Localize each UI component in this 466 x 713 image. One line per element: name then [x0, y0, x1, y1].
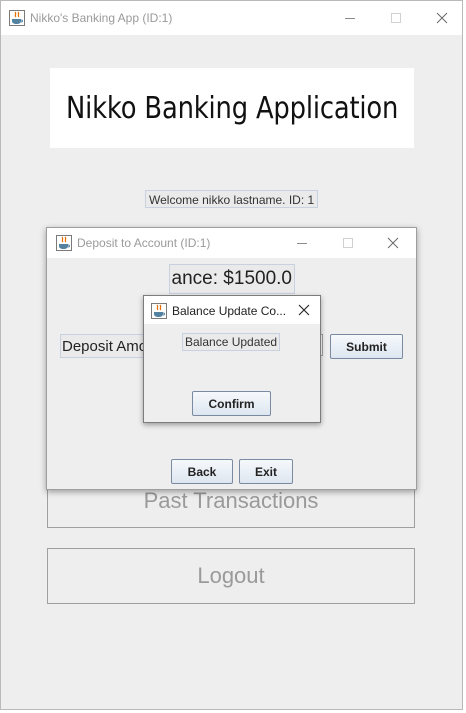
deposit-minimize-button[interactable] [279, 230, 325, 256]
close-icon [298, 304, 310, 316]
back-button[interactable]: Back [171, 459, 233, 484]
app-banner: Nikko Banking Application [50, 68, 414, 148]
main-maximize-button[interactable] [373, 5, 419, 31]
logout-button[interactable]: Logout [47, 548, 415, 604]
update-dialog-title: Balance Update Co... [172, 304, 287, 318]
minimize-icon [297, 243, 307, 244]
java-coffee-cup-icon [151, 303, 167, 319]
deposit-amount-label: Deposit Amo [60, 334, 146, 358]
update-close-button[interactable] [288, 296, 320, 324]
past-transactions-label: Past Transactions [143, 487, 319, 513]
java-coffee-cup-icon [56, 235, 72, 251]
deposit-titlebar[interactable]: Deposit to Account (ID:1) [47, 228, 416, 258]
deposit-maximize-button[interactable] [325, 230, 371, 256]
maximize-icon [343, 238, 353, 248]
balance-update-dialog: Balance Update Co... Balance Updated Con… [143, 295, 321, 423]
deposit-close-button[interactable] [370, 230, 416, 256]
exit-button[interactable]: Exit [239, 459, 293, 484]
balance-label: ance: $1500.0 [169, 264, 295, 294]
main-close-button[interactable] [419, 5, 462, 31]
welcome-label: Welcome nikko lastname. ID: 1 [145, 190, 319, 208]
confirm-button[interactable]: Confirm [192, 391, 271, 416]
java-coffee-cup-icon [9, 10, 25, 26]
logout-label: Logout [197, 563, 265, 588]
banner-title: Nikko Banking Application [65, 90, 399, 126]
balance-updated-message: Balance Updated [182, 333, 281, 351]
update-titlebar[interactable]: Balance Update Co... [144, 296, 320, 324]
deposit-dialog-title: Deposit to Account (ID:1) [77, 236, 211, 250]
minimize-icon [345, 18, 355, 19]
maximize-icon [391, 13, 401, 23]
deposit-amount-text: Deposit Amo [62, 338, 146, 355]
main-minimize-button[interactable] [327, 5, 373, 31]
main-window-title: Nikko's Banking App (ID:1) [30, 11, 173, 25]
close-icon [387, 237, 399, 249]
main-titlebar[interactable]: Nikko's Banking App (ID:1) [1, 1, 462, 35]
close-icon [436, 12, 448, 24]
submit-button[interactable]: Submit [330, 334, 403, 359]
balance-text: ance: $1500.0 [171, 268, 292, 289]
